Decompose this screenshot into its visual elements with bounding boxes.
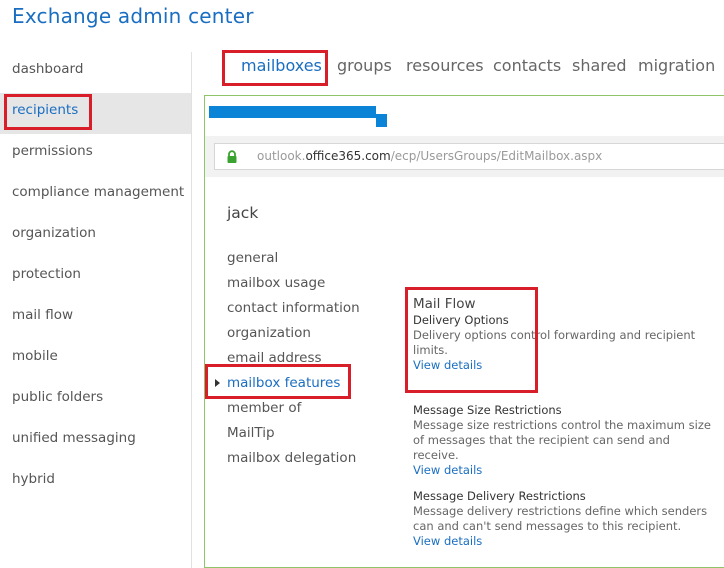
nav-item-organization[interactable]: organization	[0, 216, 191, 257]
delivery-options-view-details-link[interactable]: View details	[413, 358, 713, 373]
sub-nav-organization[interactable]: organization	[227, 323, 360, 348]
tab-groups[interactable]: groups	[337, 56, 392, 75]
sub-nav-mailbox-usage[interactable]: mailbox usage	[227, 273, 360, 298]
sub-nav-email-address[interactable]: email address	[227, 348, 360, 373]
sub-nav-mailbox-features[interactable]: mailbox features	[215, 373, 360, 398]
sub-nav-contact-information[interactable]: contact information	[227, 298, 360, 323]
nav-item-protection[interactable]: protection	[0, 257, 191, 298]
message-size-restrictions-desc-2: of messages that the recipient can send …	[413, 433, 670, 462]
url-path: /ecp/UsersGroups/EditMailbox.aspx	[390, 149, 603, 163]
message-delivery-view-details-link[interactable]: View details	[413, 534, 713, 549]
lock-icon	[227, 150, 237, 163]
nav-item-unified-messaging[interactable]: unified messaging	[0, 421, 191, 462]
left-nav: dashboard recipients permissions complia…	[0, 52, 191, 503]
mailbox-sub-nav: general mailbox usage contact informatio…	[215, 248, 360, 473]
tab-shared[interactable]: shared	[572, 56, 627, 75]
url-host: office365.com	[305, 149, 391, 163]
delivery-options-heading: Delivery Options	[413, 313, 509, 327]
redacted-title-tail	[376, 114, 387, 127]
section-title-mail-flow: Mail Flow	[413, 296, 476, 312]
message-size-restrictions-section: Message Size Restrictions Message size r…	[413, 403, 713, 478]
url-prefix: outlook.	[257, 149, 306, 163]
nav-item-hybrid[interactable]: hybrid	[0, 462, 191, 503]
message-delivery-restrictions-desc-2: can and can't send messages to this reci…	[413, 519, 682, 533]
tab-contacts[interactable]: contacts	[493, 56, 561, 75]
tab-mailboxes[interactable]: mailboxes	[241, 56, 322, 75]
sub-nav-mailtip[interactable]: MailTip	[227, 423, 360, 448]
message-size-view-details-link[interactable]: View details	[413, 463, 713, 478]
window-title-bar	[205, 96, 724, 136]
message-size-restrictions-desc-1: Message size restrictions control the ma…	[413, 418, 711, 432]
address-bar[interactable]: outlook.office365.com/ecp/UsersGroups/Ed…	[214, 143, 724, 170]
sub-nav-mailbox-delegation[interactable]: mailbox delegation	[227, 448, 360, 473]
message-delivery-restrictions-section: Message Delivery Restrictions Message de…	[413, 489, 713, 549]
delivery-options-section: Mail Flow Delivery Options Delivery opti…	[413, 295, 713, 373]
mailbox-user-name: jack	[227, 204, 259, 222]
nav-item-mail-flow[interactable]: mail flow	[0, 298, 191, 339]
message-size-restrictions-heading: Message Size Restrictions	[413, 403, 562, 417]
nav-item-mobile[interactable]: mobile	[0, 339, 191, 380]
redacted-title	[209, 106, 376, 118]
delivery-options-desc-2: limits.	[413, 343, 448, 357]
nav-item-permissions[interactable]: permissions	[0, 134, 191, 175]
message-delivery-restrictions-desc-1: Message delivery restrictions define whi…	[413, 504, 708, 518]
app-title: Exchange admin center	[12, 4, 254, 28]
nav-item-public-folders[interactable]: public folders	[0, 380, 191, 421]
nav-item-compliance-management[interactable]: compliance management	[0, 175, 191, 216]
sub-nav-mailbox-features-label: mailbox features	[227, 375, 341, 391]
nav-item-recipients[interactable]: recipients	[0, 93, 191, 134]
nav-item-dashboard[interactable]: dashboard	[0, 52, 191, 93]
tab-resources[interactable]: resources	[406, 56, 484, 75]
message-delivery-restrictions-heading: Message Delivery Restrictions	[413, 489, 586, 503]
url-text: outlook.office365.com/ecp/UsersGroups/Ed…	[257, 149, 602, 163]
nav-divider	[191, 52, 192, 568]
sub-nav-member-of[interactable]: member of	[227, 398, 360, 423]
sub-nav-general[interactable]: general	[227, 248, 360, 273]
edit-mailbox-window: outlook.office365.com/ecp/UsersGroups/Ed…	[204, 95, 724, 568]
expand-arrow-icon	[215, 379, 220, 387]
delivery-options-desc-1: Delivery options control forwarding and …	[413, 328, 696, 342]
tab-migration[interactable]: migration	[638, 56, 715, 75]
